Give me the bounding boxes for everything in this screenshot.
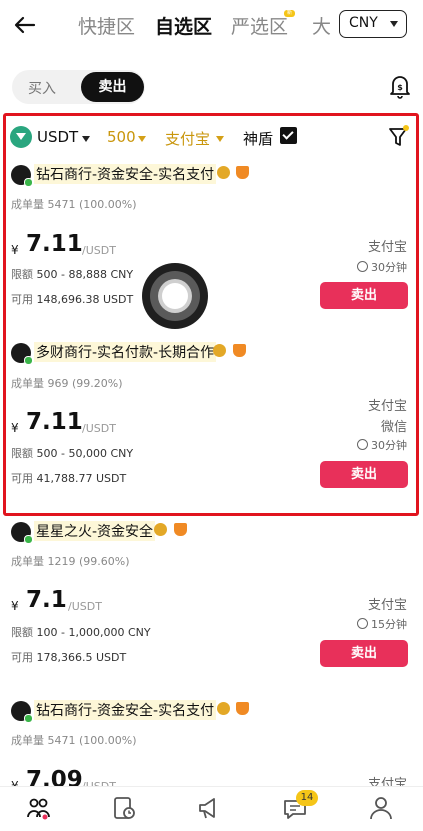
verified-medal-icon — [217, 702, 230, 715]
price-unit: /USDT — [82, 244, 116, 257]
online-status-dot — [24, 714, 33, 723]
merchant-shield-icon — [174, 523, 187, 536]
sell-button[interactable]: 卖出 — [320, 640, 408, 667]
available-row: 可用 178,366.5 USDT — [11, 649, 126, 665]
coin-filter[interactable]: USDT — [37, 128, 78, 146]
clock-icon — [357, 261, 368, 272]
payment-method: 支付宝 — [367, 240, 407, 255]
amount-filter[interactable]: 500 — [107, 128, 136, 146]
payment-time-value: 30分钟 — [371, 439, 407, 452]
buy-sell-toggle: 买入 卖出 — [12, 70, 145, 104]
payment-time: 30分钟 — [357, 259, 407, 275]
merchant-shield-icon — [233, 344, 246, 357]
filter-active-dot — [403, 125, 409, 131]
payment-time-value: 30分钟 — [371, 261, 407, 274]
floating-assistive-button[interactable] — [142, 263, 208, 329]
sell-button[interactable]: 卖出 — [320, 282, 408, 309]
available-row: 可用 41,788.77 USDT — [11, 470, 126, 486]
price: 7.11 — [26, 231, 83, 257]
payment-method: 支付宝 — [367, 399, 407, 414]
tab-large-zone[interactable]: 大 — [312, 12, 331, 39]
bottom-nav: 14 — [0, 786, 423, 831]
svg-text:$: $ — [397, 83, 403, 92]
online-status-dot — [24, 535, 33, 544]
limit-row: 限额 500 - 88,888 CNY — [11, 266, 133, 282]
available-label: 可用 — [11, 651, 33, 664]
currency-symbol: ¥ — [11, 421, 19, 435]
payment-time: 15分钟 — [357, 616, 407, 632]
verified-medal-icon — [154, 523, 167, 536]
p2p-icon[interactable] — [25, 795, 51, 821]
payment-method: 支付宝 — [367, 598, 407, 613]
payment-time: 30分钟 — [357, 437, 407, 453]
trade-stats: 成单量 5471 (100.00%) — [11, 734, 137, 747]
merchant-name[interactable]: 多财商行-实名付款-长期合作 — [34, 342, 217, 362]
available-value: 178,366.5 USDT — [36, 651, 127, 664]
profile-icon[interactable] — [368, 795, 394, 821]
online-status-dot — [24, 356, 33, 365]
limit-label: 限额 — [11, 268, 33, 281]
trade-stats: 成单量 969 (99.20%) — [11, 377, 123, 390]
price-unit: /USDT — [68, 600, 102, 613]
verified-medal-icon — [217, 166, 230, 179]
sell-tab[interactable]: 卖出 — [81, 72, 144, 102]
limit-value: 500 - 88,888 CNY — [36, 268, 134, 281]
top-nav: 快捷区 自选区 严选区 新 大 CNY — [0, 0, 423, 50]
sell-button[interactable]: 卖出 — [320, 461, 408, 488]
online-status-dot — [24, 178, 33, 187]
limit-value: 500 - 50,000 CNY — [36, 447, 134, 460]
announcement-icon[interactable] — [196, 795, 222, 821]
currency-value: CNY — [349, 15, 378, 31]
currency-symbol: ¥ — [11, 243, 19, 257]
available-row: 可用 148,696.38 USDT — [11, 291, 133, 307]
buy-tab[interactable]: 买入 — [28, 78, 56, 98]
clock-icon — [357, 618, 368, 629]
merchant-name[interactable]: 钻石商行-资金安全-实名支付 — [34, 700, 217, 720]
payment-filter[interactable]: 支付宝 — [165, 128, 210, 149]
price: 7.1 — [26, 587, 67, 613]
clock-icon — [357, 439, 368, 450]
chevron-down-icon — [216, 136, 224, 142]
tab-favorite-zone[interactable]: 自选区 — [155, 12, 212, 39]
currency-symbol: ¥ — [11, 599, 19, 613]
available-value: 148,696.38 USDT — [36, 293, 134, 306]
price-alert-bell-icon[interactable]: $ — [388, 73, 412, 99]
limit-value: 100 - 1,000,000 CNY — [36, 626, 151, 639]
available-label: 可用 — [11, 293, 33, 306]
limit-row: 限额 100 - 1,000,000 CNY — [11, 624, 151, 640]
trade-stats: 成单量 5471 (100.00%) — [11, 198, 137, 211]
limit-label: 限额 — [11, 626, 33, 639]
available-label: 可用 — [11, 472, 33, 485]
currency-select[interactable]: CNY — [339, 10, 407, 38]
trade-stats: 成单量 1219 (99.60%) — [11, 555, 130, 568]
limit-label: 限额 — [11, 447, 33, 460]
available-value: 41,788.77 USDT — [36, 472, 127, 485]
chat-unread-badge: 14 — [296, 790, 318, 806]
limit-row: 限额 500 - 50,000 CNY — [11, 445, 133, 461]
merchant-name[interactable]: 星星之火-资金安全 — [34, 521, 156, 541]
merchant-shield-icon — [236, 702, 249, 715]
assistive-ring — [162, 283, 188, 309]
tab-quick-zone[interactable]: 快捷区 — [78, 12, 135, 39]
verified-medal-icon — [213, 344, 226, 357]
filter-bar: USDT 500 支付宝 神盾 — [0, 122, 423, 154]
usdt-coin-icon — [10, 126, 32, 148]
new-badge: 新 — [284, 10, 295, 17]
price-unit: /USDT — [82, 422, 116, 435]
merchant-name[interactable]: 钻石商行-资金安全-实名支付 — [34, 164, 217, 184]
back-arrow-icon[interactable] — [12, 12, 38, 38]
price: 7.11 — [26, 409, 83, 435]
shield-checkbox[interactable] — [280, 127, 297, 144]
tab-selected-zone[interactable]: 严选区 — [231, 12, 288, 39]
payment-time-value: 15分钟 — [371, 618, 407, 631]
orders-icon[interactable] — [111, 795, 137, 821]
chevron-down-icon — [390, 21, 398, 27]
chevron-down-icon — [138, 136, 146, 142]
chevron-down-icon — [82, 136, 90, 142]
payment-method: 微信 — [380, 420, 407, 435]
shield-label: 神盾 — [243, 130, 274, 148]
merchant-shield-icon — [236, 166, 249, 179]
